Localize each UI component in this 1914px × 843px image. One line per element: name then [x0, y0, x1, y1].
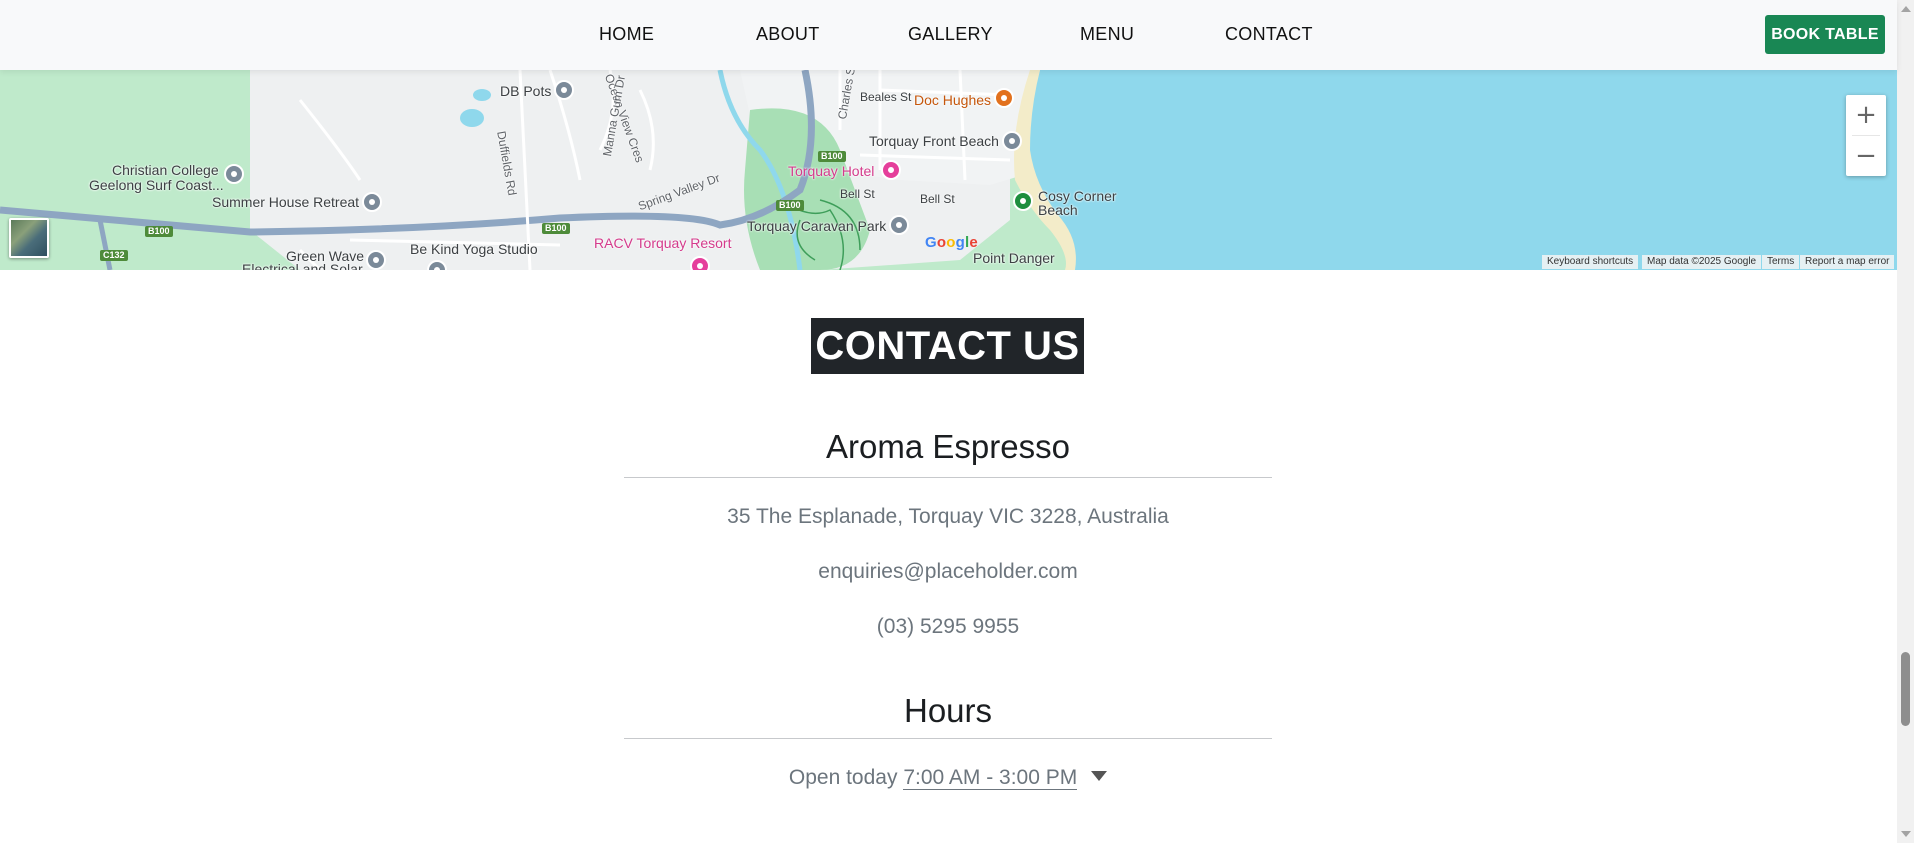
map-label-point-danger[interactable]: Point Danger [973, 250, 1055, 266]
map-label-beales-st: Beales St [860, 90, 912, 104]
hours-prefix: Open today [788, 766, 898, 789]
scroll-down-arrow-icon[interactable] [1901, 831, 1911, 837]
map-label-racv[interactable]: RACV Torquay Resort [594, 235, 731, 251]
map-label-torquay-front-beach[interactable]: Torquay Front Beach [869, 133, 999, 149]
map-label-doc-hughes[interactable]: Doc Hughes [914, 92, 991, 108]
hours-heading: Hours [903, 692, 993, 729]
map-label-torquay-hotel[interactable]: Torquay Hotel [788, 163, 874, 179]
map-zoom-control: + − [1846, 95, 1886, 176]
map-label-geelong-surf-coast[interactable]: Geelong Surf Coast... [89, 177, 224, 193]
nav-links: HOME ABOUT GALLERY MENU CONTACT [0, 0, 1897, 70]
summer-house-pin-icon[interactable] [362, 192, 382, 212]
report-map-error-link[interactable]: Report a map error [1800, 255, 1895, 269]
phone-link[interactable]: (03) 5295 9955 [624, 615, 1272, 639]
scroll-up-arrow-icon[interactable] [1901, 6, 1911, 12]
zoom-in-button[interactable]: + [1846, 95, 1886, 135]
map-label-bell-st-2: Bell St [920, 192, 955, 206]
map-label-bell-st-1: Bell St [840, 187, 875, 201]
front-beach-pin-icon[interactable] [1002, 131, 1022, 151]
nav-link-home[interactable]: HOME [599, 24, 654, 45]
racv-pin-icon[interactable] [690, 256, 710, 270]
road-shield-b100: B100 [542, 223, 570, 234]
email-link[interactable]: enquiries@placeholder.com [624, 560, 1272, 584]
restaurant-pin-icon[interactable] [994, 88, 1014, 108]
map-data-attribution: Map data ©2025 Google [1642, 255, 1762, 269]
map-label-be-kind-yoga[interactable]: Be Kind Yoga Studio [410, 241, 538, 257]
nav-link-about[interactable]: ABOUT [756, 24, 820, 45]
caravan-park-pin-icon[interactable] [889, 215, 909, 235]
map-label-green-wave-2[interactable]: Electrical and Solar [242, 261, 363, 270]
top-navbar: HOME ABOUT GALLERY MENU CONTACT BOOK TAB… [0, 0, 1897, 70]
hours-divider [624, 738, 1272, 739]
road-shield-b100: B100 [145, 226, 173, 237]
keyboard-shortcuts-link[interactable]: Keyboard shortcuts [1542, 255, 1639, 269]
scroll-thumb[interactable] [1901, 652, 1910, 726]
map-label-torquay-caravan[interactable]: Torquay Caravan Park [747, 218, 886, 234]
hotel-pin-icon[interactable] [881, 160, 901, 180]
hours-dropdown-value[interactable]: 7:00 AM - 3:00 PM [903, 766, 1078, 790]
contact-us-heading: CONTACT US [811, 318, 1084, 374]
hours-summary: Open today 7:00 AM - 3:00 PM [624, 766, 1272, 790]
db-pots-pin-icon[interactable] [554, 80, 574, 100]
road-shield-b100: B100 [776, 200, 804, 211]
satellite-view-toggle[interactable] [9, 218, 49, 258]
road-shield-c132: C132 [100, 250, 128, 261]
business-name-heading: Aroma Espresso [826, 428, 1070, 465]
nav-link-contact[interactable]: CONTACT [1225, 24, 1313, 45]
school-pin-icon[interactable] [224, 164, 244, 184]
zoom-out-button[interactable]: − [1846, 136, 1886, 176]
address-text: 35 The Esplanade, Torquay VIC 3228, Aust… [727, 505, 1169, 528]
nav-link-menu[interactable]: MENU [1080, 24, 1134, 45]
map-label-summer-house[interactable]: Summer House Retreat [212, 194, 359, 210]
book-table-button[interactable]: BOOK TABLE [1765, 15, 1885, 54]
map-label-db-pots[interactable]: DB Pots [500, 83, 551, 99]
google-logo: Google [925, 234, 978, 251]
beach-pin-icon[interactable] [1013, 191, 1033, 211]
nav-link-gallery[interactable]: GALLERY [908, 24, 993, 45]
terms-link[interactable]: Terms [1762, 255, 1800, 269]
chevron-down-icon[interactable] [1091, 771, 1108, 781]
page-scrollbar[interactable] [1897, 0, 1914, 843]
green-wave-pin-icon[interactable] [366, 250, 386, 270]
business-divider [624, 477, 1272, 478]
road-shield-b100: B100 [818, 151, 846, 162]
map-label-christian-college[interactable]: Christian College [112, 162, 219, 178]
map-label-beach[interactable]: Beach [1038, 202, 1078, 218]
